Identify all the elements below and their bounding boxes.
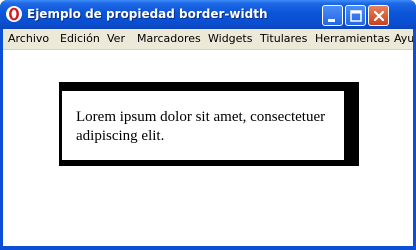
minimize-icon (328, 19, 335, 22)
opera-icon[interactable] (6, 6, 22, 22)
menu-herramientas[interactable]: Herramientas (315, 32, 390, 45)
close-icon (373, 10, 385, 22)
bordered-box: Lorem ipsum dolor sit amet, consectetuer… (59, 82, 359, 166)
menu-archivo[interactable]: Archivo (8, 32, 49, 45)
menu-edicion[interactable]: Edición (60, 32, 100, 45)
menu-titulares[interactable]: Titulares (260, 32, 307, 45)
box-paragraph: Lorem ipsum dolor sit amet, consectetuer… (76, 109, 326, 144)
title-bar[interactable]: Ejemplo de propiedad border-width (0, 0, 416, 29)
menu-ayuda[interactable]: Ayu (394, 32, 413, 45)
menu-bar: Archivo Edición Ver Marcadores Widgets T… (3, 29, 413, 50)
close-button[interactable] (368, 5, 389, 26)
page-content: Lorem ipsum dolor sit amet, consectetuer… (3, 50, 413, 246)
maximize-icon (350, 10, 362, 22)
menu-widgets[interactable]: Widgets (208, 32, 252, 45)
menu-marcadores[interactable]: Marcadores (137, 32, 201, 45)
browser-window: Ejemplo de propiedad border-width Archiv… (0, 0, 416, 250)
minimize-button[interactable] (322, 5, 343, 26)
menu-ver[interactable]: Ver (107, 32, 125, 45)
window-bottom-border (0, 246, 416, 250)
window-title: Ejemplo de propiedad border-width (27, 7, 268, 21)
maximize-button[interactable] (345, 5, 366, 26)
